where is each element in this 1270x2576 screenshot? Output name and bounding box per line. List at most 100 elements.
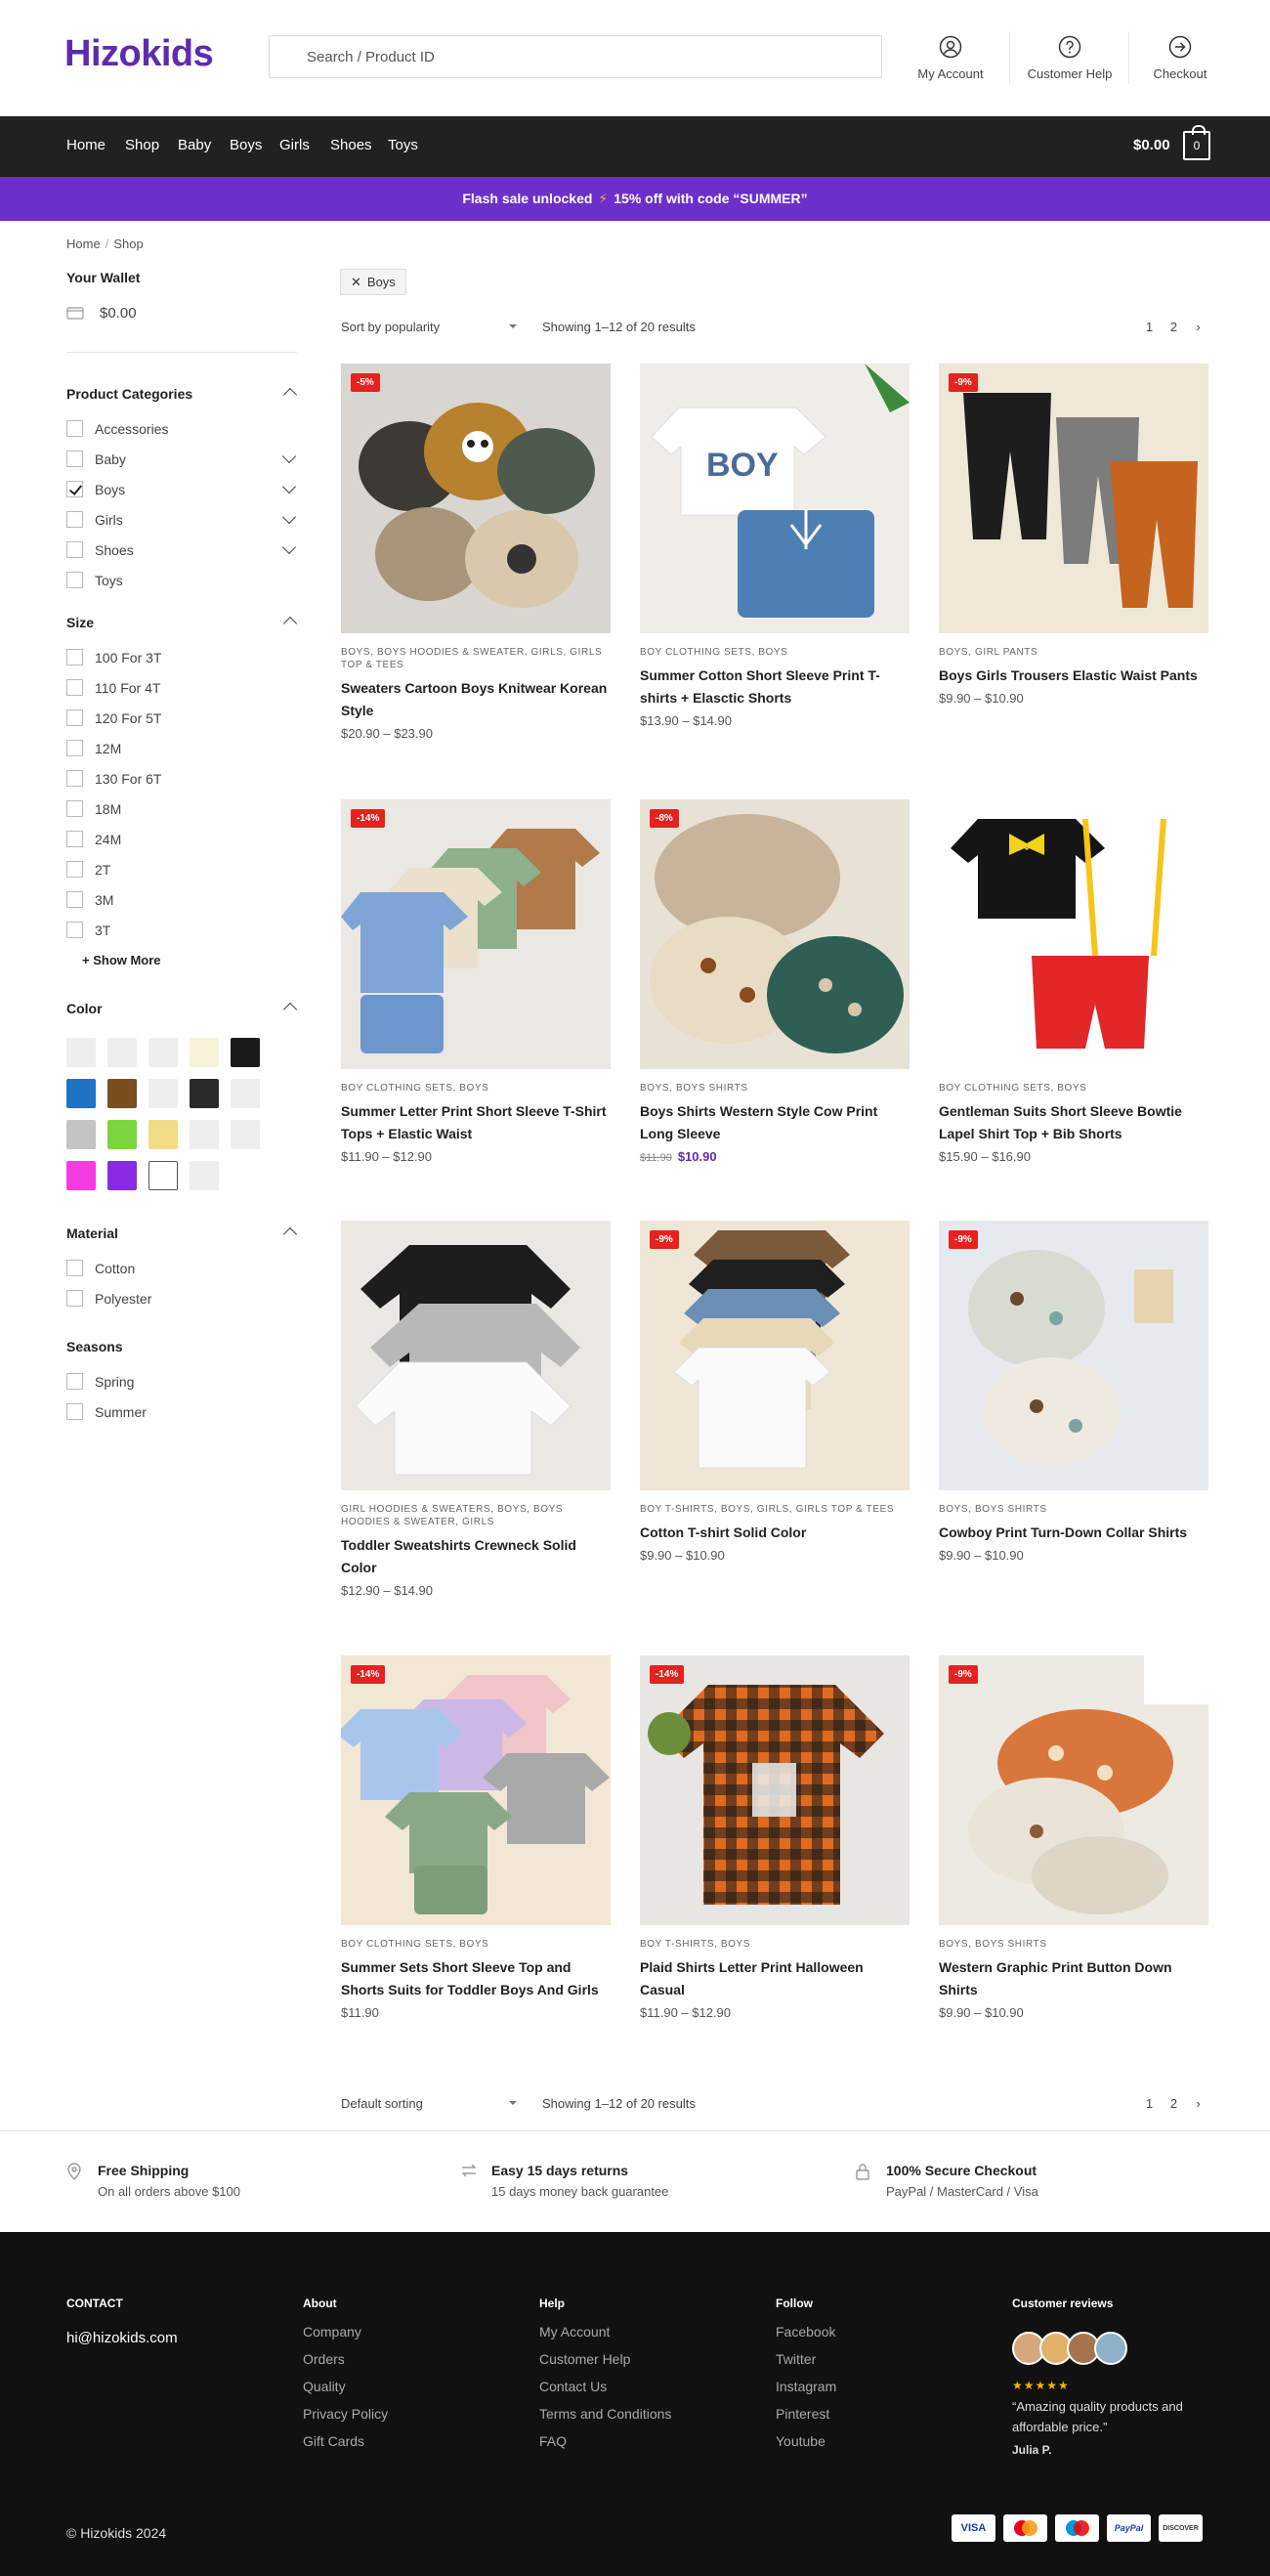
nav-girls[interactable]: Girls xyxy=(279,137,310,153)
product-title[interactable]: Toddler Sweatshirts Crewneck Solid Color xyxy=(341,1534,611,1579)
footer-help-link[interactable]: My Account xyxy=(539,2324,671,2340)
checkbox[interactable] xyxy=(66,572,83,588)
size-filter-item[interactable]: 110 For 4T xyxy=(66,672,297,703)
chevron-down-icon[interactable] xyxy=(281,479,297,494)
close-icon[interactable]: ✕ xyxy=(351,275,361,290)
product-card[interactable]: -9% BOY T-SHIRTS, BOYS, GIRLS, GIRLS TOP… xyxy=(640,1221,910,1563)
checkbox[interactable] xyxy=(66,891,83,908)
nav-baby[interactable]: Baby xyxy=(178,137,211,153)
chevron-down-icon[interactable] xyxy=(281,449,297,464)
color-swatch[interactable] xyxy=(148,1038,178,1067)
color-swatch[interactable] xyxy=(66,1120,96,1149)
product-category[interactable]: BOYS, GIRL PANTS xyxy=(939,646,1208,659)
product-category[interactable]: BOYS, BOYS SHIRTS xyxy=(640,1082,910,1095)
cart-bag-icon[interactable]: 0 xyxy=(1183,125,1210,160)
product-image[interactable]: -14% xyxy=(341,799,611,1069)
product-title[interactable]: Sweaters Cartoon Boys Knitwear Korean St… xyxy=(341,677,611,722)
checkbox[interactable] xyxy=(66,451,83,467)
page-2-link[interactable]: 2 xyxy=(1162,2096,1186,2111)
footer-about-link[interactable]: Gift Cards xyxy=(303,2433,388,2449)
breadcrumb-home[interactable]: Home xyxy=(66,236,101,251)
checkbox[interactable] xyxy=(66,481,83,497)
color-swatch[interactable] xyxy=(190,1161,219,1190)
color-title[interactable]: Color xyxy=(66,1001,298,1020)
nav-shoes[interactable]: Shoes xyxy=(330,137,372,153)
product-category[interactable]: BOY T-SHIRTS, BOYS, GIRLS, GIRLS TOP & T… xyxy=(640,1503,910,1516)
product-title[interactable]: Boys Girls Trousers Elastic Waist Pants xyxy=(939,665,1208,687)
product-card[interactable]: -14% BOY CLOTHING SETS, BOYS Summer Lett… xyxy=(341,799,611,1164)
footer-social-link[interactable]: Pinterest xyxy=(776,2406,836,2422)
footer-help-link[interactable]: Terms and Conditions xyxy=(539,2406,671,2422)
color-swatch[interactable] xyxy=(66,1079,96,1108)
product-category[interactable]: BOY CLOTHING SETS, BOYS xyxy=(341,1938,611,1951)
color-swatch[interactable] xyxy=(107,1120,137,1149)
color-swatch[interactable] xyxy=(107,1038,137,1067)
product-card[interactable]: BOY BOY CLOTHING SETS, BOYS Summer Cotto… xyxy=(640,364,910,728)
checkbox[interactable] xyxy=(66,679,83,696)
footer-about-link[interactable]: Quality xyxy=(303,2379,388,2394)
category-filter-item[interactable]: Toys xyxy=(66,565,297,595)
footer-social-link[interactable]: Youtube xyxy=(776,2433,836,2449)
checkbox[interactable] xyxy=(66,709,83,726)
product-image[interactable] xyxy=(341,1221,611,1490)
size-filter-item[interactable]: 18M xyxy=(66,794,297,824)
checkbox[interactable] xyxy=(66,1260,83,1276)
product-card[interactable]: -9% BOYS, BOYS SHIRTS Western Graphic Pr… xyxy=(939,1655,1208,2020)
product-title[interactable]: Plaid Shirts Letter Print Halloween Casu… xyxy=(640,1956,910,2001)
size-filter-item[interactable]: 3T xyxy=(66,915,297,945)
checkbox[interactable] xyxy=(66,1290,83,1307)
checkbox[interactable] xyxy=(66,922,83,938)
product-image[interactable]: -5% xyxy=(341,364,611,633)
nav-shop[interactable]: Shop xyxy=(125,137,159,153)
footer-help-link[interactable]: Customer Help xyxy=(539,2351,671,2367)
size-filter-item[interactable]: 100 For 3T xyxy=(66,642,297,672)
product-title[interactable]: Cowboy Print Turn-Down Collar Shirts xyxy=(939,1522,1208,1544)
product-card[interactable]: -5% BOYS, BOYS HOODIES & SWEATER, GIRLS,… xyxy=(341,364,611,741)
product-category[interactable]: BOYS, BOYS SHIRTS xyxy=(939,1503,1208,1516)
product-image[interactable]: -9% xyxy=(939,1221,1208,1490)
footer-email-link[interactable]: hi@hizokids.com xyxy=(66,2330,178,2346)
product-image[interactable]: -9% xyxy=(939,364,1208,633)
product-category[interactable]: BOY CLOTHING SETS, BOYS xyxy=(640,646,910,659)
search-input[interactable]: Search / Product ID xyxy=(269,35,882,78)
page-1-link[interactable]: 1 xyxy=(1137,2096,1162,2111)
product-card[interactable]: -14% BOY T-SHIRTS, BOYS Plaid Shirts Let… xyxy=(640,1655,910,2020)
product-card[interactable]: BOY CLOTHING SETS, BOYS Gentleman Suits … xyxy=(939,799,1208,1164)
material-filter-item[interactable]: Polyester xyxy=(66,1283,297,1313)
material-title[interactable]: Material xyxy=(66,1225,298,1245)
checkbox[interactable] xyxy=(66,541,83,558)
season-filter-item[interactable]: Summer xyxy=(66,1396,297,1427)
cart-total[interactable]: $0.00 xyxy=(1133,137,1170,153)
chevron-up-icon[interactable] xyxy=(282,1226,298,1242)
product-category[interactable]: BOY T-SHIRTS, BOYS xyxy=(640,1938,910,1951)
product-title[interactable]: Western Graphic Print Button Down Shirts xyxy=(939,1956,1208,2001)
footer-social-link[interactable]: Instagram xyxy=(776,2379,836,2394)
product-title[interactable]: Summer Sets Short Sleeve Top and Shorts … xyxy=(341,1956,611,2001)
product-image[interactable]: -9% xyxy=(939,1655,1208,1925)
product-title[interactable]: Summer Letter Print Short Sleeve T-Shirt… xyxy=(341,1100,611,1145)
nav-boys[interactable]: Boys xyxy=(230,137,262,153)
color-swatch[interactable] xyxy=(66,1161,96,1190)
size-filter-item[interactable]: 24M xyxy=(66,824,297,854)
color-swatch[interactable] xyxy=(231,1038,260,1067)
product-card[interactable]: -9% BOYS, GIRL PANTS Boys Girls Trousers… xyxy=(939,364,1208,706)
size-filter-item[interactable]: 3M xyxy=(66,884,297,915)
footer-help-link[interactable]: FAQ xyxy=(539,2433,671,2449)
chevron-down-icon[interactable] xyxy=(281,509,297,525)
material-filter-item[interactable]: Cotton xyxy=(66,1253,297,1283)
product-image[interactable]: -8% xyxy=(640,799,910,1069)
sort-select[interactable]: Sort by popularity xyxy=(341,320,517,334)
product-image[interactable] xyxy=(939,799,1208,1069)
seasons-title[interactable]: Seasons xyxy=(66,1339,297,1358)
my-account-link[interactable]: My Account xyxy=(897,35,1004,81)
color-swatch[interactable] xyxy=(231,1120,260,1149)
checkbox[interactable] xyxy=(66,770,83,787)
product-image[interactable]: BOY xyxy=(640,364,910,633)
size-filter-item[interactable]: 12M xyxy=(66,733,297,763)
size-filter-item[interactable]: 120 For 5T xyxy=(66,703,297,733)
color-swatch[interactable] xyxy=(107,1079,137,1108)
checkbox[interactable] xyxy=(66,1403,83,1420)
category-filter-item[interactable]: Baby xyxy=(66,444,297,474)
product-image[interactable]: -9% xyxy=(640,1221,910,1490)
checkbox[interactable] xyxy=(66,511,83,528)
